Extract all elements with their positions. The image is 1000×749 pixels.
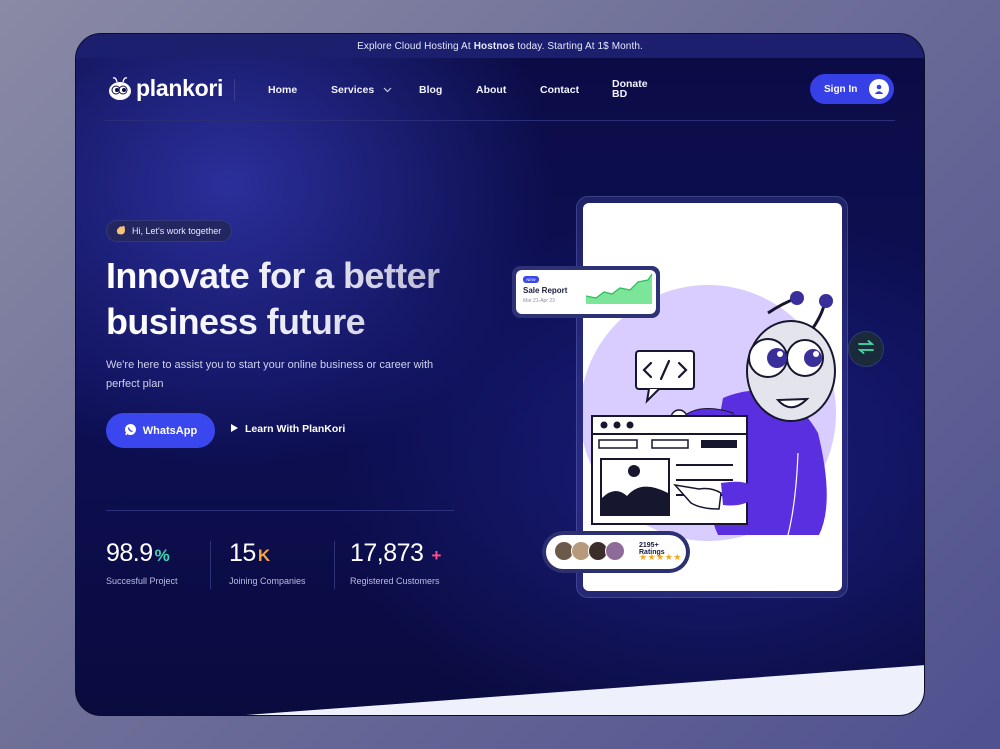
greeting-text: Hi, Let's work together <box>132 226 222 236</box>
stat-suffix: + <box>431 546 441 565</box>
stat-value: 17,873 <box>350 539 424 567</box>
stat-companies: 15 K Joining Companies <box>229 539 306 586</box>
stat-projects: 98.9% Succesfull Project <box>106 539 178 586</box>
nav-services[interactable]: Services <box>331 84 392 96</box>
greeting-pill: Hi, Let's work together <box>106 220 233 242</box>
whatsapp-button[interactable]: WhatsApp <box>106 413 215 448</box>
stat-value: 98.9 <box>106 539 153 567</box>
logo-bug-icon <box>108 76 134 102</box>
swap-arrows-icon <box>857 339 875 359</box>
sales-sparkline <box>586 274 653 304</box>
stat-label: Succesfull Project <box>106 576 178 586</box>
promo-prefix: Explore Cloud Hosting At <box>357 40 471 52</box>
nav-home[interactable]: Home <box>268 84 297 96</box>
promo-bar: Explore Cloud Hosting At Hostnos today. … <box>76 34 924 58</box>
stat-label: Joining Companies <box>229 576 306 586</box>
main-nav: plankori Home Services Blog About Contac… <box>76 58 924 120</box>
signin-label: Sign In <box>824 83 858 95</box>
avatar <box>605 541 625 561</box>
learn-label: Learn With PlanKori <box>245 423 346 435</box>
stat-separator <box>210 541 211 589</box>
stat-label: Registered Customers <box>350 576 440 586</box>
whatsapp-icon <box>124 423 137 439</box>
nav-services-label: Services <box>331 84 375 96</box>
sale-report-title: Sale Report <box>523 286 568 295</box>
nav-about[interactable]: About <box>476 84 506 96</box>
stat-suffix: % <box>154 546 170 565</box>
logo-divider <box>234 79 235 101</box>
stat-customers: 17,873 + Registered Customers <box>350 539 441 586</box>
nav-donate[interactable]: Donate BD <box>612 79 652 100</box>
play-icon <box>231 423 238 435</box>
stat-suffix: K <box>257 546 270 565</box>
new-badge: NEW <box>523 276 539 283</box>
swap-button[interactable] <box>848 331 884 367</box>
sale-report-card: NEW Sale Report Mar 21-Apr 23 <box>512 266 660 318</box>
ratings-badge: 2195+ Ratings ★★★★★ <box>542 531 690 573</box>
browser-frame: Explore Cloud Hosting At Hostnos today. … <box>75 33 925 716</box>
nav-contact[interactable]: Contact <box>540 84 579 96</box>
chevron-down-icon <box>383 86 392 95</box>
nav-blog[interactable]: Blog <box>419 84 442 96</box>
learn-link[interactable]: Learn With PlanKori <box>231 423 345 435</box>
stat-separator <box>334 541 335 589</box>
promo-suffix: today. Starting At 1$ Month. <box>517 40 643 52</box>
nav-divider <box>105 120 895 121</box>
signin-button[interactable]: Sign In <box>810 74 894 104</box>
hero-subtitle: We're here to assist you to start your o… <box>106 359 434 390</box>
stats-divider <box>106 510 454 511</box>
star-rating-icon: ★★★★★ <box>639 552 682 562</box>
bottom-wedge <box>246 665 924 715</box>
stat-value: 15 <box>229 539 256 567</box>
waving-hand-icon <box>115 224 127 238</box>
whatsapp-label: WhatsApp <box>142 424 198 437</box>
user-icon <box>869 79 889 99</box>
logo-text: plankori <box>136 75 224 101</box>
logo[interactable]: plankori <box>108 75 223 102</box>
hero-headline: Innovate for a better business future <box>106 253 486 345</box>
promo-brand[interactable]: Hostnos <box>474 41 515 52</box>
sale-report-date: Mar 21-Apr 23 <box>523 298 555 304</box>
